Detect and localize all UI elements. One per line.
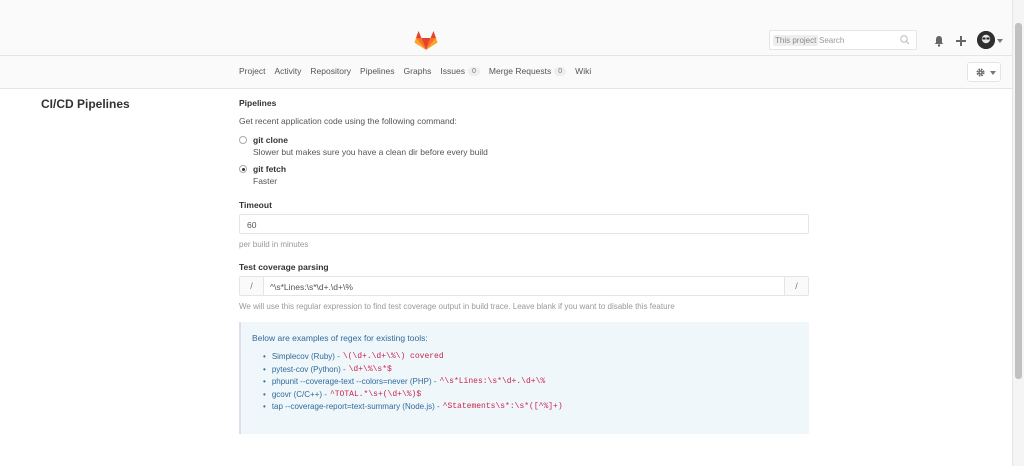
nav-item-pipelines[interactable]: Pipelines: [360, 66, 395, 76]
project-nav: Project Activity Repository Pipelines Gr…: [239, 66, 600, 76]
header-divider: [0, 55, 1012, 56]
example-tool: tap --coverage-report=text-summary (Node…: [271, 402, 440, 411]
nav-item-activity[interactable]: Activity: [274, 66, 301, 76]
merge-requests-count-badge: 0: [554, 66, 567, 76]
example-regex: ^Statements\s*:\s*([^%]+): [442, 402, 563, 411]
list-item: pytest-cov (Python) -\d+\%\s*$: [263, 364, 563, 377]
coverage-regex-input[interactable]: / ^\s*Lines:\s*\d+.\d+\% /: [239, 276, 809, 296]
examples-list: Simplecov (Ruby) -\(\d+.\d+\%\) covered …: [263, 351, 563, 414]
vertical-scrollbar[interactable]: [1012, 0, 1024, 466]
example-tool: pytest-cov (Python) -: [271, 364, 346, 374]
git-clone-help: Slower but makes sure you have a clean d…: [253, 147, 488, 157]
example-regex: ^\s*Lines:\s*\d+.\d+\%: [439, 377, 546, 386]
pipelines-description: Get recent application code using the fo…: [239, 116, 457, 126]
regex-suffix-addon: /: [784, 277, 808, 295]
coverage-heading: Test coverage parsing: [239, 262, 329, 272]
regex-prefix-addon: /: [240, 277, 264, 295]
avatar-image-icon: [977, 31, 995, 49]
nav-label: Issues: [440, 66, 465, 76]
pipelines-heading: Pipelines: [239, 98, 277, 108]
nav-label: Graphs: [403, 66, 432, 76]
nav-item-wiki[interactable]: Wiki: [575, 66, 591, 76]
nav-label: Merge Requests: [488, 66, 552, 76]
example-tool: Simplecov (Ruby) -: [271, 352, 340, 361]
timeout-value: 60: [247, 220, 257, 230]
regex-examples-panel: Below are examples of regex for existing…: [239, 322, 809, 434]
nav-label: Activity: [274, 66, 302, 76]
example-regex: ^TOTAL.*\s+(\d+\%)$: [329, 389, 422, 399]
nav-item-project[interactable]: Project: [239, 66, 265, 76]
list-item: tap --coverage-report=text-summary (Node…: [263, 401, 563, 414]
example-regex: \(\d+.\d+\%\) covered: [342, 352, 444, 361]
example-tool: phpunit --coverage-text --colors=never (…: [271, 377, 437, 386]
example-tool: gcovr (C/C++) -: [271, 389, 327, 399]
git-fetch-radio[interactable]: [239, 165, 247, 173]
settings-caret-icon: [990, 71, 996, 75]
examples-title: Below are examples of regex for existing…: [252, 333, 428, 343]
scrollbar-thumb[interactable]: [1015, 23, 1022, 379]
nav-label: Wiki: [575, 66, 592, 76]
nav-item-repository[interactable]: Repository: [310, 66, 351, 76]
example-regex: \d+\%\s*$: [348, 364, 392, 374]
timeout-heading: Timeout: [239, 200, 272, 210]
user-avatar[interactable]: [977, 31, 995, 49]
git-fetch-option[interactable]: git fetch Faster: [239, 164, 286, 186]
user-menu-caret-icon[interactable]: [997, 39, 1003, 43]
search-scope-label: This project: [773, 35, 819, 46]
git-fetch-help: Faster: [253, 176, 278, 186]
search-icon: [900, 35, 910, 45]
issues-count-badge: 0: [467, 66, 480, 76]
git-clone-label: git clone: [253, 135, 288, 145]
nav-label: Project: [239, 66, 266, 76]
nav-item-graphs[interactable]: Graphs: [404, 66, 432, 76]
bell-icon[interactable]: [932, 34, 946, 48]
git-clone-radio[interactable]: [239, 136, 247, 144]
list-item: gcovr (C/C++) -^TOTAL.*\s+(\d+\%)$: [263, 389, 563, 402]
timeout-help: per build in minutes: [239, 240, 309, 249]
list-item: Simplecov (Ruby) -\(\d+.\d+\%\) covered: [263, 351, 563, 364]
gear-icon: [976, 68, 985, 77]
nav-item-merge-requests[interactable]: Merge Requests 0: [488, 66, 567, 76]
plus-icon[interactable]: [954, 34, 968, 48]
git-fetch-label: git fetch: [253, 164, 287, 174]
list-item: phpunit --coverage-text --colors=never (…: [263, 376, 563, 389]
top-header: This project Search Project Activity Rep…: [0, 0, 1012, 89]
nav-item-issues[interactable]: Issues 0: [440, 66, 480, 76]
timeout-input[interactable]: 60: [239, 214, 809, 234]
nav-label: Repository: [310, 66, 352, 76]
page-title: CI/CD Pipelines: [41, 97, 130, 111]
project-settings-button[interactable]: [967, 62, 1001, 82]
search-input[interactable]: This project Search: [769, 30, 917, 50]
coverage-help: We will use this regular expression to f…: [239, 302, 675, 311]
search-placeholder: Search: [819, 36, 845, 45]
coverage-regex-value: ^\s*Lines:\s*\d+.\d+\%: [270, 282, 353, 292]
nav-label: Pipelines: [360, 66, 395, 76]
gitlab-logo-icon[interactable]: [414, 31, 438, 51]
git-clone-option[interactable]: git clone Slower but makes sure you have…: [239, 135, 488, 157]
